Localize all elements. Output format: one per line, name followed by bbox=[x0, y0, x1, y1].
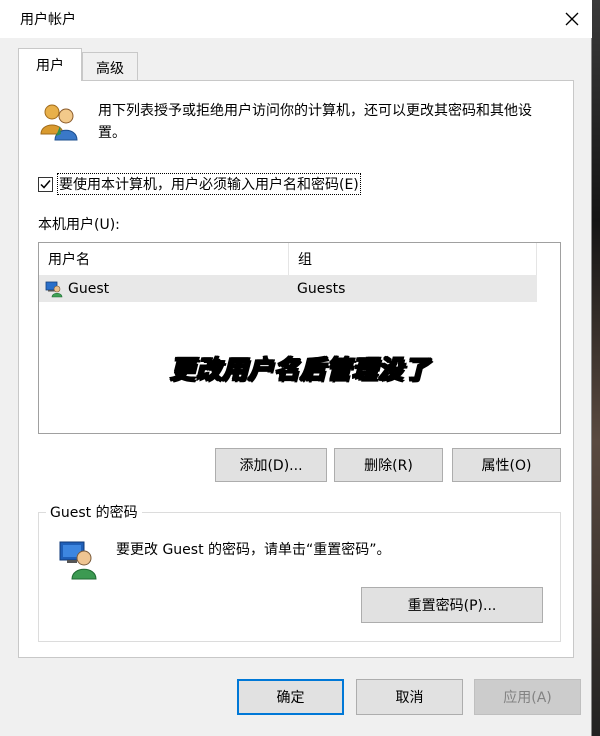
user-icon bbox=[45, 281, 63, 297]
password-message: 要更改 Guest 的密码，请单击“重置密码”。 bbox=[116, 542, 391, 558]
user-password-icon bbox=[59, 541, 97, 580]
cell-group: Guests bbox=[297, 280, 346, 297]
column-header-group[interactable]: 组 bbox=[289, 243, 537, 275]
user-accounts-dialog: 用户帐户 用户 高级 用下列表授予或拒绝用户访问你的计算机，还可以更改其密码和其… bbox=[0, 0, 592, 736]
tab-advanced[interactable]: 高级 bbox=[82, 52, 138, 82]
column-header-username[interactable]: 用户名 bbox=[39, 243, 289, 275]
cell-username: Guest bbox=[39, 275, 289, 302]
intro-text: 用下列表授予或拒绝用户访问你的计算机，还可以更改其密码和其他设置。 bbox=[98, 103, 532, 141]
table-row[interactable]: Guest Guests bbox=[39, 275, 537, 302]
list-header: 用户名 组 bbox=[39, 243, 539, 275]
users-icon bbox=[40, 104, 78, 141]
require-login-checkbox[interactable] bbox=[38, 176, 53, 192]
tab-users[interactable]: 用户 bbox=[18, 48, 82, 81]
require-login-checkbox-row[interactable]: 要使用本计算机，用户必须输入用户名和密码(E) bbox=[38, 173, 361, 195]
reset-password-button[interactable]: 重置密码(P)... bbox=[361, 587, 543, 623]
require-login-label: 要使用本计算机，用户必须输入用户名和密码(E) bbox=[57, 173, 361, 195]
video-caption-overlay: 更改用户名后管理没了 bbox=[169, 354, 430, 385]
title-bar: 用户帐户 bbox=[0, 0, 592, 38]
properties-button[interactable]: 属性(O) bbox=[452, 448, 561, 482]
ok-button[interactable]: 确定 bbox=[237, 679, 344, 715]
password-groupbox-title: Guest 的密码 bbox=[46, 502, 142, 522]
apply-button[interactable]: 应用(A) bbox=[474, 679, 581, 715]
delete-user-button[interactable]: 删除(R) bbox=[334, 448, 443, 482]
checkmark-icon bbox=[40, 179, 51, 189]
window-title: 用户帐户 bbox=[20, 12, 76, 28]
users-list[interactable]: 用户名 组 Guest Guests bbox=[38, 242, 561, 434]
close-icon bbox=[565, 12, 579, 26]
add-user-button[interactable]: 添加(D)... bbox=[215, 448, 327, 482]
cancel-button[interactable]: 取消 bbox=[356, 679, 463, 715]
close-button[interactable] bbox=[552, 0, 592, 38]
local-users-label: 本机用户(U): bbox=[38, 217, 120, 233]
username-text: Guest bbox=[68, 280, 110, 297]
